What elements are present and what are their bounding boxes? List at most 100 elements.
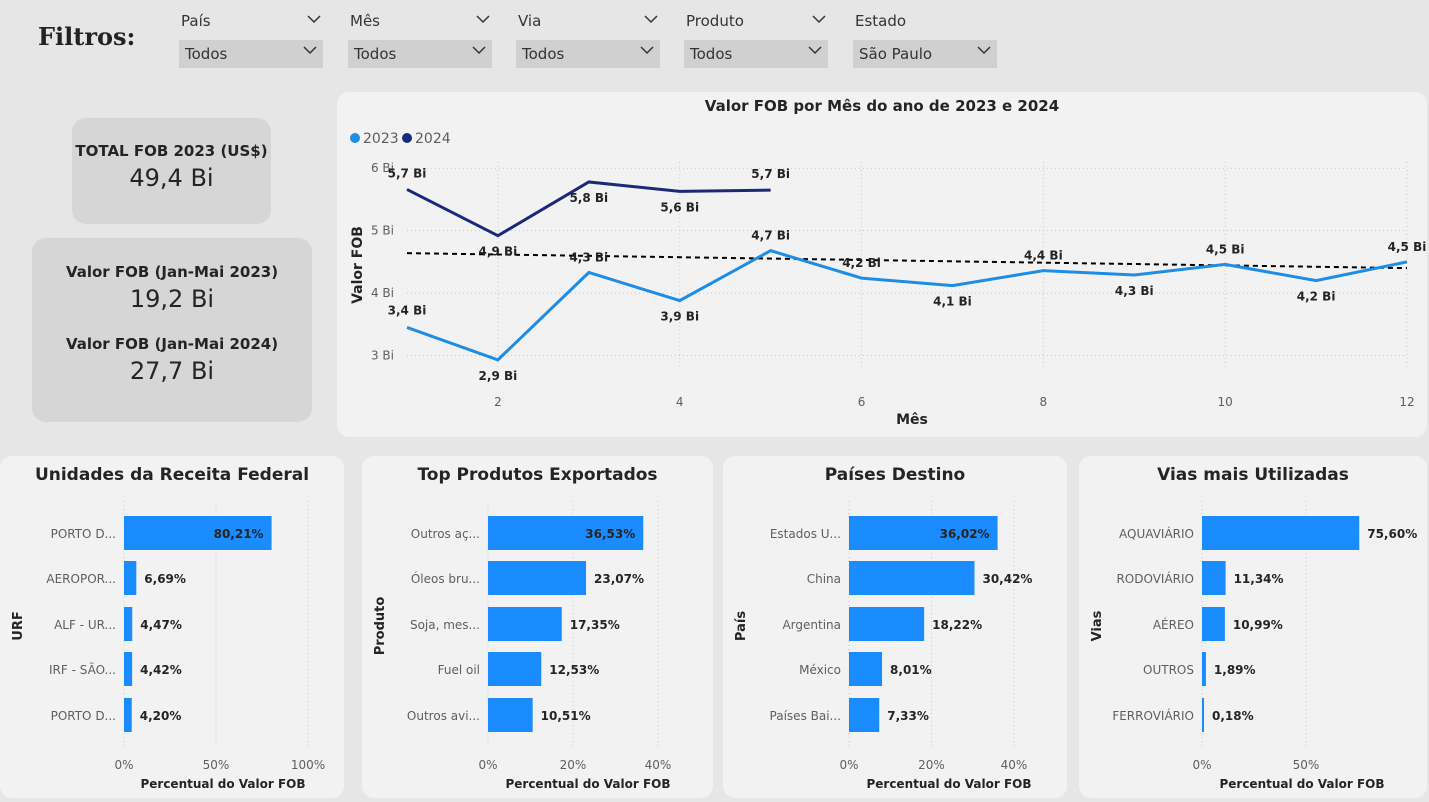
data-label-2023: 4,7 Bi xyxy=(751,229,790,243)
data-label: 1,89% xyxy=(1214,663,1256,677)
data-label-2023: 3,9 Bi xyxy=(660,310,699,324)
data-label: 12,53% xyxy=(549,663,599,677)
category-label: PORTO D... xyxy=(51,527,116,541)
data-label-2023: 4,1 Bi xyxy=(933,295,972,309)
x-tick-label: 40% xyxy=(1001,758,1028,772)
data-label: 75,60% xyxy=(1367,527,1417,541)
data-label: 6,69% xyxy=(144,572,186,586)
kpi-total-title: TOTAL FOB 2023 (US$) xyxy=(75,142,268,160)
filter-mes-label: Mês xyxy=(350,12,380,30)
filter-pais-header[interactable]: País xyxy=(179,10,323,32)
category-label: Países Bai... xyxy=(770,709,841,723)
data-label-2023: 2,9 Bi xyxy=(479,369,518,383)
category-label: AQUAVIÁRIO xyxy=(1119,526,1194,541)
bar-chart-produtos: Top Produtos Exportados Produto Percentual… xyxy=(373,465,672,791)
x-tick-label: 0% xyxy=(478,758,497,772)
data-label-2024: 5,8 Bi xyxy=(569,191,608,205)
filter-pais-value: Todos xyxy=(185,45,228,63)
data-label-2023: 4,2 Bi xyxy=(1297,290,1336,304)
chevron-down-icon xyxy=(303,43,317,57)
bar xyxy=(488,652,542,686)
chevron-down-icon[interactable] xyxy=(644,12,658,26)
filter-via-header[interactable]: Via xyxy=(516,10,660,32)
filter-via-select[interactable]: Todos xyxy=(516,40,660,68)
bar xyxy=(488,607,562,641)
kpi-jan-mai-card: Valor FOB (Jan-Mai 2023) 19,2 Bi Valor F… xyxy=(32,238,312,422)
x-axis-title: Percentual do Valor FOB xyxy=(866,777,1031,791)
data-label-2023: 4,3 Bi xyxy=(569,250,608,264)
x-tick-label: 12 xyxy=(1399,395,1414,409)
x-axis-title: Percentual do Valor FOB xyxy=(140,777,305,791)
filter-mes-select[interactable]: Todos xyxy=(348,40,492,68)
filter-mes-header[interactable]: Mês xyxy=(348,10,492,32)
chevron-down-icon[interactable] xyxy=(476,12,490,26)
bar xyxy=(1202,516,1360,550)
x-tick-label: 0% xyxy=(1192,758,1211,772)
bar-chart-title: Vias mais Utilizadas xyxy=(1157,465,1349,485)
category-label: Outros avi... xyxy=(407,709,480,723)
filter-produto-select[interactable]: Todos xyxy=(684,40,828,68)
chevron-down-icon xyxy=(472,43,486,57)
data-label: 4,47% xyxy=(140,618,182,632)
x-axis-title: Percentual do Valor FOB xyxy=(1219,777,1384,791)
bar xyxy=(1202,698,1204,732)
y-axis-title: Vias xyxy=(1090,610,1105,641)
filter-estado: Estado São Paulo xyxy=(853,10,997,68)
category-label: China xyxy=(807,572,841,586)
data-label-2024: 5,7 Bi xyxy=(388,166,427,180)
data-label-2024: 4,9 Bi xyxy=(479,245,518,259)
filter-estado-select[interactable]: São Paulo xyxy=(853,40,997,68)
filter-pais-select[interactable]: Todos xyxy=(179,40,323,68)
data-label: 10,51% xyxy=(541,709,591,723)
y-tick-label: 3 Bi xyxy=(371,349,394,363)
bar xyxy=(124,652,133,686)
y-axis-title: Valor FOB xyxy=(350,226,366,304)
kpi-jan-mai-2023-title: Valor FOB (Jan-Mai 2023) xyxy=(65,263,279,281)
x-axis-title: Mês xyxy=(896,412,928,428)
data-label: 23,07% xyxy=(594,572,644,586)
data-label: 7,33% xyxy=(887,709,929,723)
x-tick-label: 4 xyxy=(676,395,684,409)
chevron-down-icon xyxy=(640,43,654,57)
category-label: IRF - SÃO... xyxy=(49,662,116,677)
category-label: Estados U... xyxy=(770,527,841,541)
filter-pais-label: País xyxy=(181,12,211,30)
chevron-down-icon[interactable] xyxy=(812,12,826,26)
data-label: 18,22% xyxy=(932,618,982,632)
y-axis-title: País xyxy=(734,611,749,641)
series-2023-line xyxy=(406,249,1408,362)
data-label-2023: 4,4 Bi xyxy=(1024,249,1063,263)
bar xyxy=(849,698,880,732)
line-chart-title: Valor FOB por Mês do ano de 2023 e 2024 xyxy=(705,97,1059,115)
line-chart: Valor FOB por Mês do ano de 2023 e 2024 2… xyxy=(350,97,1427,428)
x-tick-label: 0% xyxy=(839,758,858,772)
bar xyxy=(488,698,533,732)
data-label-2024: 5,7 Bi xyxy=(751,167,790,181)
bar-chart-title: Unidades da Receita Federal xyxy=(35,465,309,485)
legend-2024-label: 2024 xyxy=(415,131,451,147)
bar xyxy=(849,607,925,641)
filter-produto-label: Produto xyxy=(686,12,744,30)
chevron-down-icon[interactable] xyxy=(307,12,321,26)
data-label: 4,20% xyxy=(140,709,182,723)
category-label: AÉREO xyxy=(1153,617,1194,632)
data-label: 11,34% xyxy=(1234,572,1284,586)
filter-via-value: Todos xyxy=(522,45,565,63)
bar-chart-vias: Vias mais Utilizadas Vias Percentual do Va… xyxy=(1090,465,1417,791)
bar-chart-panel-produtos: Top Produtos Exportados Produto Percentual… xyxy=(362,456,713,798)
bar xyxy=(488,561,587,595)
category-label: Soja, mes... xyxy=(410,618,480,632)
filter-produto-header[interactable]: Produto xyxy=(684,10,828,32)
bar xyxy=(124,698,132,732)
kpi-total-card: TOTAL FOB 2023 (US$) 49,4 Bi xyxy=(72,118,271,224)
y-axis-title: URF xyxy=(11,611,26,640)
data-label-2023: 4,2 Bi xyxy=(842,256,881,270)
data-label-2023: 4,5 Bi xyxy=(1388,240,1427,254)
bar xyxy=(1202,561,1226,595)
kpi-jan-mai-2023-value: 19,2 Bi xyxy=(129,285,215,313)
x-tick-label: 40% xyxy=(645,758,672,772)
y-tick-label: 4 Bi xyxy=(371,286,394,300)
filters-title: Filtros: xyxy=(38,22,136,51)
bar-chart-panel-paises: Países Destino País Percentual do Valor FO… xyxy=(723,456,1067,798)
category-label: Óleos bru... xyxy=(411,571,480,586)
